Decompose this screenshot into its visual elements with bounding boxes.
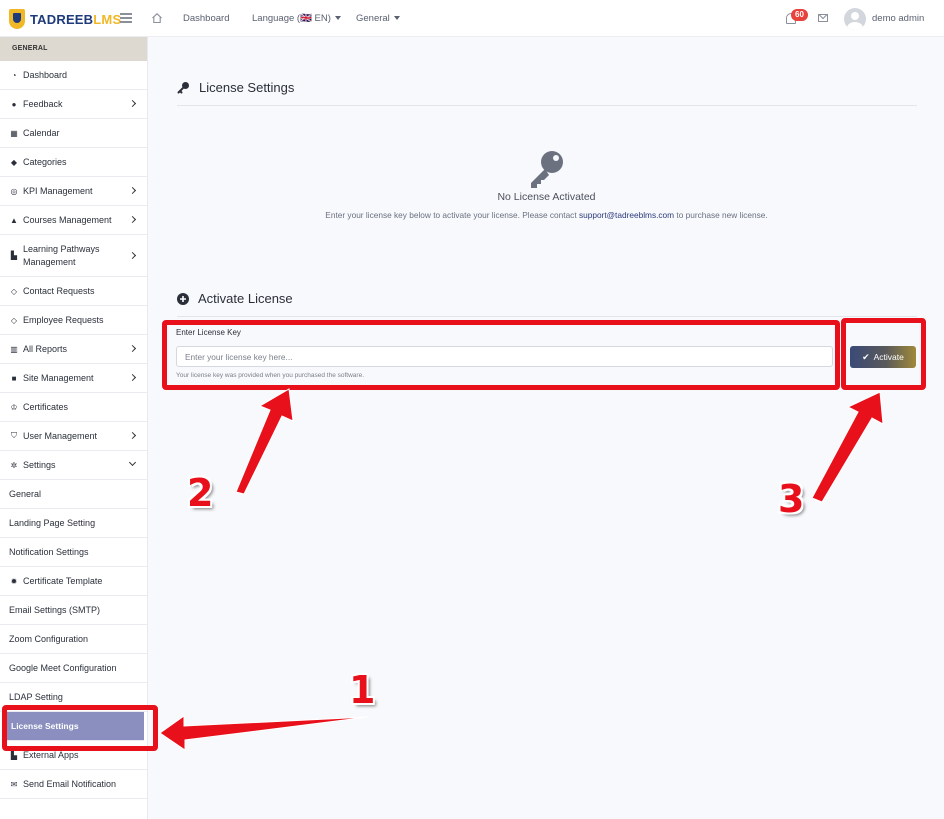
page-title: License Settings [199, 80, 295, 95]
chevron-down-icon [393, 16, 400, 21]
notification-badge[interactable]: 60 [791, 9, 808, 21]
key-icon [531, 151, 563, 188]
sitemap-icon: ▙ [10, 750, 18, 760]
key-icon [177, 82, 189, 94]
chevron-right-icon [128, 373, 137, 382]
sidebar-item-contact-requests[interactable]: ◇ Contact Requests [0, 277, 147, 306]
target-icon: ◎ [10, 186, 18, 196]
general-dropdown[interactable]: General [356, 13, 400, 24]
empty-state-title: No License Activated [497, 191, 596, 203]
chat-icon: ● [11, 99, 17, 109]
section-title: Activate License [198, 291, 293, 306]
sidebar-item-zoom-configuration[interactable]: Zoom Configuration [0, 625, 147, 654]
home-icon[interactable] [151, 12, 163, 24]
avatar[interactable] [844, 8, 866, 30]
folder-icon: ■ [11, 373, 17, 383]
envelope-icon: ✉ [10, 779, 18, 789]
language-dropdown[interactable]: Language (🇬🇧 EN) [252, 13, 341, 24]
chevron-right-icon [128, 251, 137, 259]
annotation-number-1: 1 [349, 668, 376, 712]
support-email-link[interactable]: support@tadreeblms.com [579, 210, 674, 220]
sidebar-item-notification-settings[interactable]: Notification Settings [0, 538, 147, 567]
nav-dashboard[interactable]: Dashboard [183, 13, 229, 24]
sidebar-item-all-reports[interactable]: ▥ All Reports [0, 335, 147, 364]
logo-shield-icon [9, 9, 25, 29]
sidebar-item-learning-pathways[interactable]: ▙ Learning Pathways Management [0, 235, 147, 277]
chevron-right-icon [128, 186, 137, 195]
chevron-right-icon [128, 431, 137, 440]
top-bar: TADREEBLMS Dashboard Language (🇬🇧 EN) Ge… [0, 0, 944, 37]
shield-icon: ⛉ [11, 431, 17, 440]
badge-icon: ✹ [10, 576, 18, 586]
tag-icon: ◇ [10, 286, 18, 296]
annotation-box-2 [162, 320, 840, 390]
logo-text: TADREEBLMS [30, 11, 122, 27]
divider [177, 316, 917, 317]
sidebar-item-site-management[interactable]: ■ Site Management [0, 364, 147, 393]
chevron-right-icon [128, 344, 137, 353]
activate-license-heading: Activate License [177, 291, 293, 306]
sidebar-item-send-email-notification[interactable]: ✉ Send Email Notification [0, 770, 147, 799]
license-settings-heading: License Settings [177, 80, 294, 95]
sidebar-item-certificates[interactable]: ♔ Certificates [0, 393, 147, 422]
chevron-right-icon [128, 99, 137, 108]
menu-toggle-icon[interactable] [120, 13, 132, 23]
sidebar-item-google-meet-configuration[interactable]: Google Meet Configuration [0, 654, 147, 683]
sidebar-item-employee-requests[interactable]: ◇ Employee Requests [0, 306, 147, 335]
chart-icon: ▥ [10, 344, 18, 354]
sidebar-item-user-management[interactable]: ⛉ User Management [0, 422, 147, 451]
sitemap-icon: ▙ [10, 251, 18, 260]
annotation-number-3: 3 [778, 477, 805, 521]
user-name[interactable]: demo admin [872, 13, 924, 24]
sidebar: GENERAL ◔ Dashboard ● Feedback ▦ Calendar ◆… [0, 37, 148, 819]
sidebar-item-calendar[interactable]: ▦ Calendar [0, 119, 147, 148]
tags-icon: ◆ [10, 157, 18, 167]
plus-circle-icon [177, 292, 189, 305]
chevron-down-icon [334, 16, 341, 21]
chevron-right-icon [128, 215, 137, 224]
calendar-icon: ▦ [10, 128, 18, 138]
mail-icon[interactable] [818, 14, 828, 22]
sidebar-item-dashboard[interactable]: ◔ Dashboard [0, 61, 147, 90]
sidebar-item-kpi-management[interactable]: ◎ KPI Management [0, 177, 147, 206]
annotation-box-1 [2, 705, 158, 751]
dashboard-icon: ◔ [11, 70, 17, 80]
empty-state-description: Enter your license key below to activate… [325, 210, 768, 220]
trophy-icon: ♔ [10, 402, 18, 412]
sidebar-item-courses-management[interactable]: ▲ Courses Management [0, 206, 147, 235]
sidebar-section-label: GENERAL [0, 37, 147, 61]
main-content: License Settings No License Activated En… [149, 37, 944, 819]
sidebar-item-categories[interactable]: ◆ Categories [0, 148, 147, 177]
chevron-down-icon [128, 458, 137, 467]
sidebar-item-certificate-template[interactable]: ✹ Certificate Template [0, 567, 147, 596]
sidebar-item-feedback[interactable]: ● Feedback [0, 90, 147, 119]
graduation-cap-icon: ▲ [10, 215, 18, 225]
sidebar-item-general[interactable]: General [0, 480, 147, 509]
logo[interactable]: TADREEBLMS [9, 8, 121, 30]
gear-icon: ✲ [10, 460, 18, 470]
sidebar-item-email-settings[interactable]: Email Settings (SMTP) [0, 596, 147, 625]
annotation-number-2: 2 [187, 471, 214, 515]
sidebar-item-settings[interactable]: ✲ Settings [0, 451, 147, 480]
divider [177, 105, 917, 106]
sidebar-item-landing-page-setting[interactable]: Landing Page Setting [0, 509, 147, 538]
tag-icon: ◇ [10, 315, 18, 325]
annotation-box-3 [841, 318, 926, 390]
